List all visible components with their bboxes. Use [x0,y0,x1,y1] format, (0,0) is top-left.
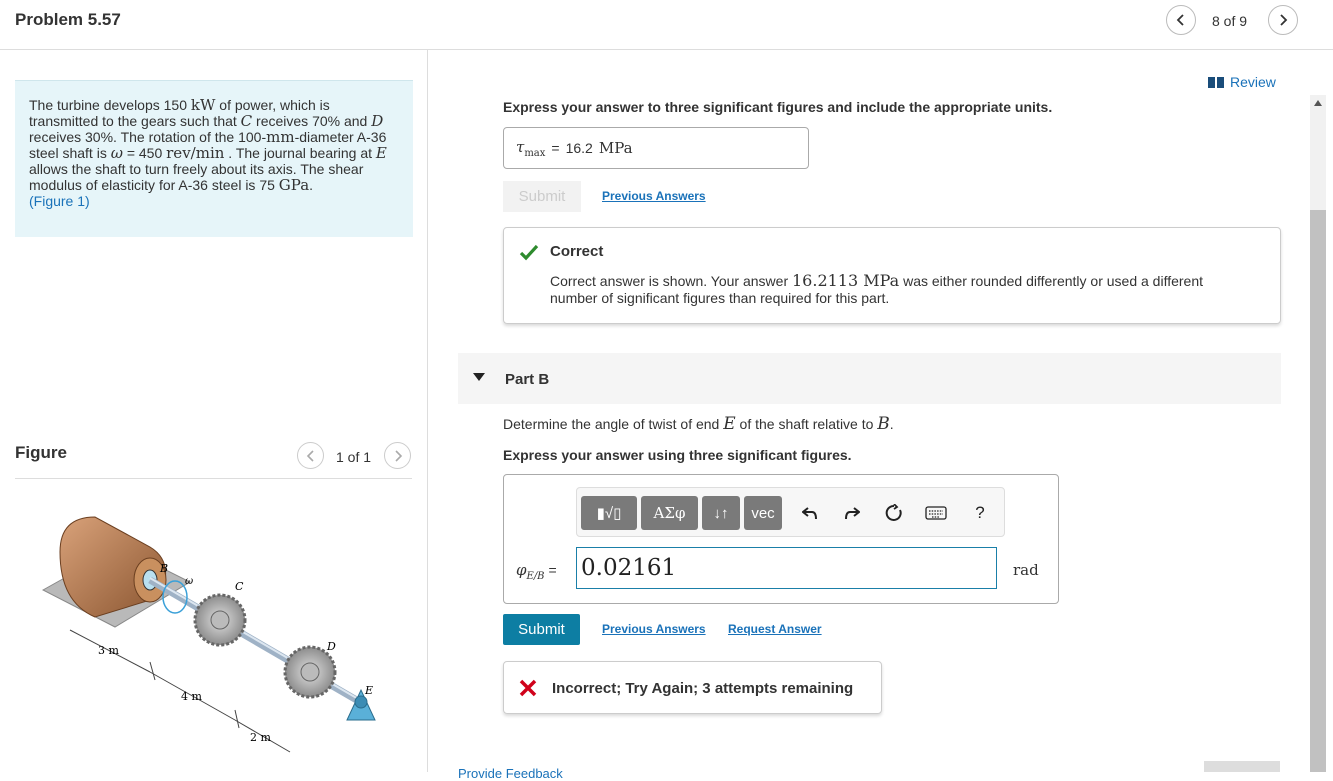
part-b-submit-button[interactable]: Submit [503,614,580,645]
figure-link[interactable]: (Figure 1) [29,193,90,209]
part-b-feedback: Incorrect; Try Again; 3 attempts remaini… [503,661,882,714]
dim-label-4m: 4 m [181,690,202,703]
problem-text: allows the shaft to turn freely about it… [29,161,364,193]
part-b-question: Determine the angle of twist of end E of… [503,414,894,434]
dim-label-2m: 2 m [250,731,271,744]
tau-symbol: τmax [516,137,546,159]
label-e: E [364,684,373,697]
dim-tick [149,661,156,681]
part-b-label: Part B [505,371,550,388]
redo-icon[interactable] [839,500,865,526]
dim-label-3m: 3 m [98,644,119,657]
request-answer-link[interactable]: Request Answer [728,622,822,636]
problem-text: . The journal bearing at [224,145,376,161]
dim-tick [234,709,240,729]
top-bar: Problem 5.57 8 of 9 [0,0,1333,50]
next-problem-button[interactable] [1268,5,1298,35]
feedback-text: Correct answer is shown. Your answer 16.… [550,271,1204,306]
chevron-left-icon [1176,14,1184,26]
chevron-right-icon [394,449,402,462]
chevron-left-icon [306,449,314,462]
equals-sign: = [551,140,560,156]
x-icon [519,679,537,697]
arrows-button[interactable]: ↓↑ [702,496,740,530]
book-icon [1208,76,1224,88]
scrollbar-thumb[interactable] [1310,210,1326,772]
part-b-answer-input[interactable]: 0.02161 [576,547,997,589]
problem-text: . [309,177,314,193]
problem-text: receives 70% and [252,113,372,129]
provide-feedback-link[interactable]: Provide Feedback [458,766,563,781]
right-pane: Review Express your answer to three sign… [429,50,1333,781]
var-omega: ω [110,144,123,162]
label-d: D [326,640,336,653]
unit-gpa: GPa [278,176,310,194]
problem-counter: 8 of 9 [1212,13,1248,29]
math-editor: ▮√▯ ΑΣφ ↓↑ vec ? φE/B = 0.02161 rad [503,474,1059,604]
help-icon[interactable]: ? [967,500,993,526]
part-a-previous-answers-link[interactable]: Previous Answers [602,189,706,203]
unit-label: rad [1013,561,1039,579]
templates-button[interactable]: ▮√▯ [581,496,637,530]
vec-button[interactable]: vec [744,496,782,530]
unit-mm: mm [266,128,295,146]
unit-revmin: rev/min [166,144,225,162]
greek-button[interactable]: ΑΣφ [641,496,698,530]
undo-icon[interactable] [797,500,823,526]
problem-text: The turbine develops 150 [29,97,191,113]
scroll-up-arrow[interactable] [1310,95,1326,111]
var-c: C [240,112,253,130]
var-e: E [375,144,387,162]
reset-icon[interactable] [881,500,907,526]
review-label: Review [1230,74,1276,90]
part-a-unit: MPa [598,139,633,157]
label-omega: ω [185,576,193,587]
checkmark-icon [519,244,539,261]
problem-text: receives 30%. The rotation of the 100- [29,129,267,145]
part-b-previous-answers-link[interactable]: Previous Answers [602,622,706,636]
phi-label: φE/B = [516,561,557,582]
math-toolbar: ▮√▯ ΑΣφ ↓↑ vec ? [576,487,1005,537]
label-c: C [235,580,244,593]
part-b-instruction: Express your answer using three signific… [503,447,852,463]
bearing-e-hub [354,695,368,709]
part-a-submit-button: Submit [503,181,581,212]
var-d: D [371,112,384,130]
triangle-up-icon [1314,100,1322,106]
part-b-header[interactable]: Part B [458,353,1281,404]
figure-title: Figure [15,443,67,462]
caret-down-icon [473,373,485,381]
shaft-figure: B ω C D E 3 m 4 m 2 m [41,516,376,753]
keyboard-icon[interactable] [923,500,949,526]
incorrect-message: Incorrect; Try Again; 3 attempts remaini… [552,680,854,697]
problem-text: = 450 [122,145,167,161]
part-a-answer: τmax = 16.2 MPa [503,127,809,169]
problem-statement: The turbine develops 150 kW of power, wh… [15,80,413,237]
unit-kw: kW [190,96,216,114]
review-link[interactable]: Review [1208,74,1276,90]
page-title: Problem 5.57 [15,10,121,29]
part-a-value: 16.2 [565,140,593,156]
previous-problem-button[interactable] [1166,5,1196,35]
gear-d-hub [300,662,320,682]
part-a-instruction: Express your answer to three significant… [503,99,1053,115]
chevron-right-icon [1280,14,1288,26]
gear-c-hub [210,610,230,630]
feedback-title: Correct [550,243,604,260]
next-button[interactable] [1204,761,1280,772]
label-b: B [159,562,168,575]
part-a-feedback: Correct Correct answer is shown. Your an… [503,227,1281,324]
